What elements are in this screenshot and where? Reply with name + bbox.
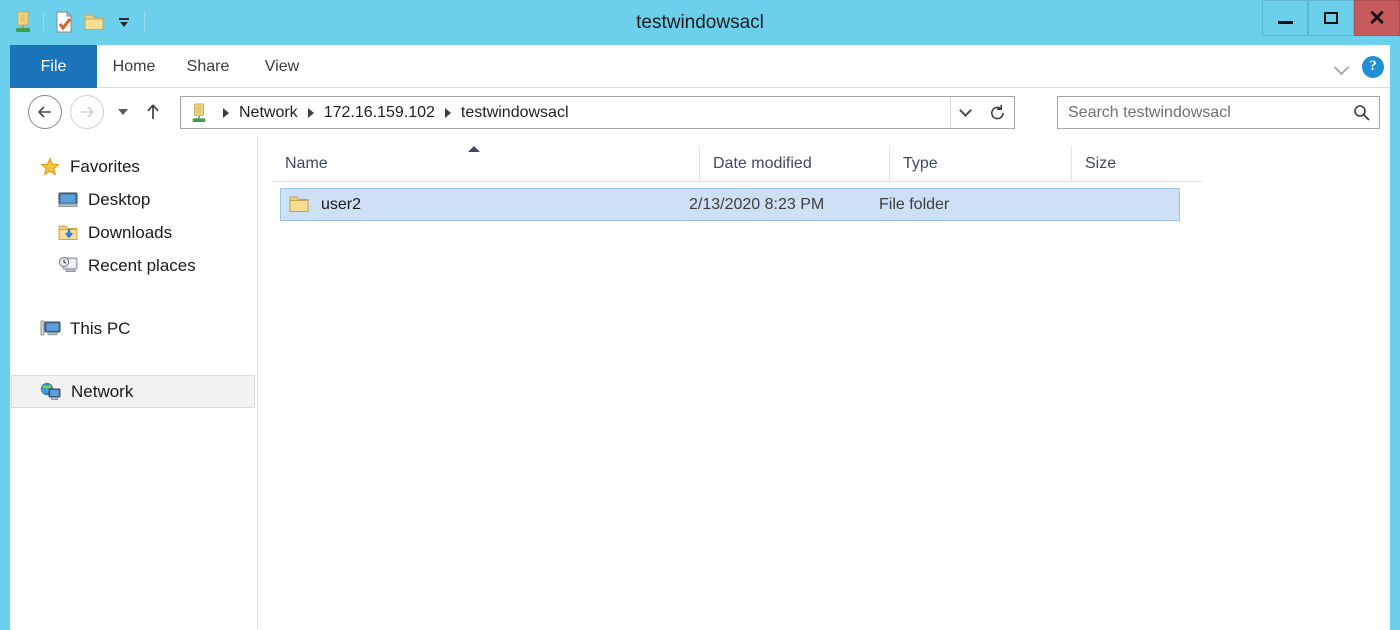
- maximize-icon: [1324, 12, 1338, 24]
- minimize-button[interactable]: [1262, 0, 1308, 36]
- ribbon-tab-strip: File Home Share View ?: [10, 45, 1390, 88]
- chevron-down-icon: [959, 104, 972, 117]
- help-icon[interactable]: ?: [1362, 55, 1384, 78]
- column-header-size[interactable]: Size: [1072, 146, 1202, 181]
- sidebar-label: This PC: [70, 318, 131, 338]
- folder-icon: [289, 195, 311, 214]
- column-header-type[interactable]: Type: [890, 146, 1072, 181]
- search-icon[interactable]: [1345, 104, 1379, 122]
- breadcrumb: Network 172.16.159.102 testwindowsacl: [181, 102, 950, 124]
- sort-ascending-icon: [468, 146, 480, 152]
- sidebar-item-desktop[interactable]: Desktop: [11, 183, 256, 216]
- minimize-icon: [1277, 20, 1293, 24]
- close-icon: ✕: [1368, 6, 1386, 30]
- new-folder-icon[interactable]: [79, 6, 109, 38]
- sidebar-item-favorites[interactable]: Favorites: [11, 150, 256, 183]
- sidebar-item-downloads[interactable]: Downloads: [11, 216, 256, 249]
- network-share-icon[interactable]: [8, 6, 38, 38]
- sidebar-label: Network: [71, 381, 134, 401]
- column-header-date-modified[interactable]: Date modified: [700, 146, 890, 181]
- forward-button[interactable]: [70, 95, 104, 129]
- window-title: testwindowsacl: [636, 12, 764, 33]
- breadcrumb-item-network[interactable]: Network: [233, 104, 304, 122]
- maximize-button[interactable]: [1308, 0, 1354, 36]
- tab-home[interactable]: Home: [97, 45, 171, 88]
- ribbon-right-controls: ?: [1334, 45, 1384, 88]
- expand-ribbon-icon[interactable]: [1334, 59, 1350, 75]
- explorer-body: Favorites Desktop Downloads Recent place…: [10, 136, 1390, 630]
- breadcrumb-item-share[interactable]: testwindowsacl: [455, 104, 575, 122]
- downloads-icon: [57, 222, 79, 244]
- sidebar-item-network[interactable]: Network: [11, 375, 255, 408]
- address-bar[interactable]: Network 172.16.159.102 testwindowsacl: [180, 96, 1015, 129]
- file-name-cell: user2: [281, 195, 685, 214]
- network-share-icon: [188, 102, 210, 124]
- breadcrumb-separator-1: [307, 107, 314, 118]
- explorer-window: testwindowsacl ✕ File Home Share View ? …: [0, 0, 1400, 630]
- title-bar: testwindowsacl ✕: [0, 0, 1400, 45]
- chevron-down-icon: [118, 109, 128, 115]
- sidebar-label: Downloads: [88, 222, 173, 242]
- breadcrumb-separator-2: [444, 107, 451, 118]
- back-button[interactable]: [28, 95, 62, 129]
- tab-file[interactable]: File: [10, 45, 97, 88]
- sidebar-item-recent-places[interactable]: Recent places: [11, 249, 256, 282]
- search-input[interactable]: Search testwindowsacl: [1058, 104, 1345, 122]
- recent-locations-button[interactable]: [112, 97, 134, 127]
- column-label: Size: [1085, 154, 1117, 172]
- window-controls: ✕: [1262, 0, 1400, 36]
- column-label: Date modified: [713, 154, 812, 172]
- toolbar-separator-2: [144, 13, 145, 31]
- forward-arrow-icon: [81, 106, 95, 118]
- refresh-icon: [990, 104, 1004, 119]
- this-pc-icon: [39, 318, 61, 340]
- up-arrow-icon: [147, 104, 159, 119]
- quick-access-toolbar: [8, 4, 150, 40]
- file-type-cell: File folder: [879, 195, 950, 213]
- refresh-button[interactable]: [980, 97, 1014, 128]
- up-button[interactable]: [140, 97, 166, 127]
- recent-places-icon: [57, 255, 79, 277]
- search-box[interactable]: Search testwindowsacl: [1057, 96, 1380, 129]
- column-label: Type: [903, 154, 938, 172]
- back-arrow-icon: [37, 106, 51, 118]
- sidebar-label: Favorites: [70, 156, 140, 176]
- sidebar-label: Desktop: [88, 189, 151, 209]
- toolbar-separator: [43, 13, 44, 31]
- sidebar-label: Recent places: [88, 255, 196, 275]
- network-icon: [40, 381, 62, 403]
- file-date-cell: 2/13/2020 8:23 PM: [689, 195, 825, 213]
- address-bar-controls: [950, 97, 1014, 128]
- column-label: Name: [285, 154, 328, 172]
- breadcrumb-separator-0: [223, 107, 229, 118]
- properties-icon[interactable]: [49, 6, 79, 38]
- navigation-pane: Favorites Desktop Downloads Recent place…: [10, 136, 258, 630]
- desktop-icon: [57, 189, 79, 211]
- file-list-pane: Name Date modified Type Size user2 2/13/…: [258, 136, 1390, 630]
- star-icon: [39, 156, 61, 178]
- column-headers: Name Date modified Type Size: [272, 146, 1202, 182]
- file-name-label: user2: [321, 195, 362, 213]
- customize-dropdown-icon[interactable]: [109, 6, 139, 38]
- tab-share[interactable]: Share: [171, 45, 245, 88]
- close-button[interactable]: ✕: [1354, 0, 1400, 36]
- table-row[interactable]: user2 2/13/2020 8:23 PM File folder: [280, 188, 1180, 221]
- address-history-button[interactable]: [950, 97, 980, 128]
- breadcrumb-item-host[interactable]: 172.16.159.102: [318, 104, 441, 122]
- column-header-name[interactable]: Name: [272, 146, 700, 181]
- sidebar-item-this-pc[interactable]: This PC: [11, 312, 256, 345]
- ribbon-tabs: File Home Share View: [10, 45, 1390, 88]
- tab-view[interactable]: View: [245, 45, 319, 88]
